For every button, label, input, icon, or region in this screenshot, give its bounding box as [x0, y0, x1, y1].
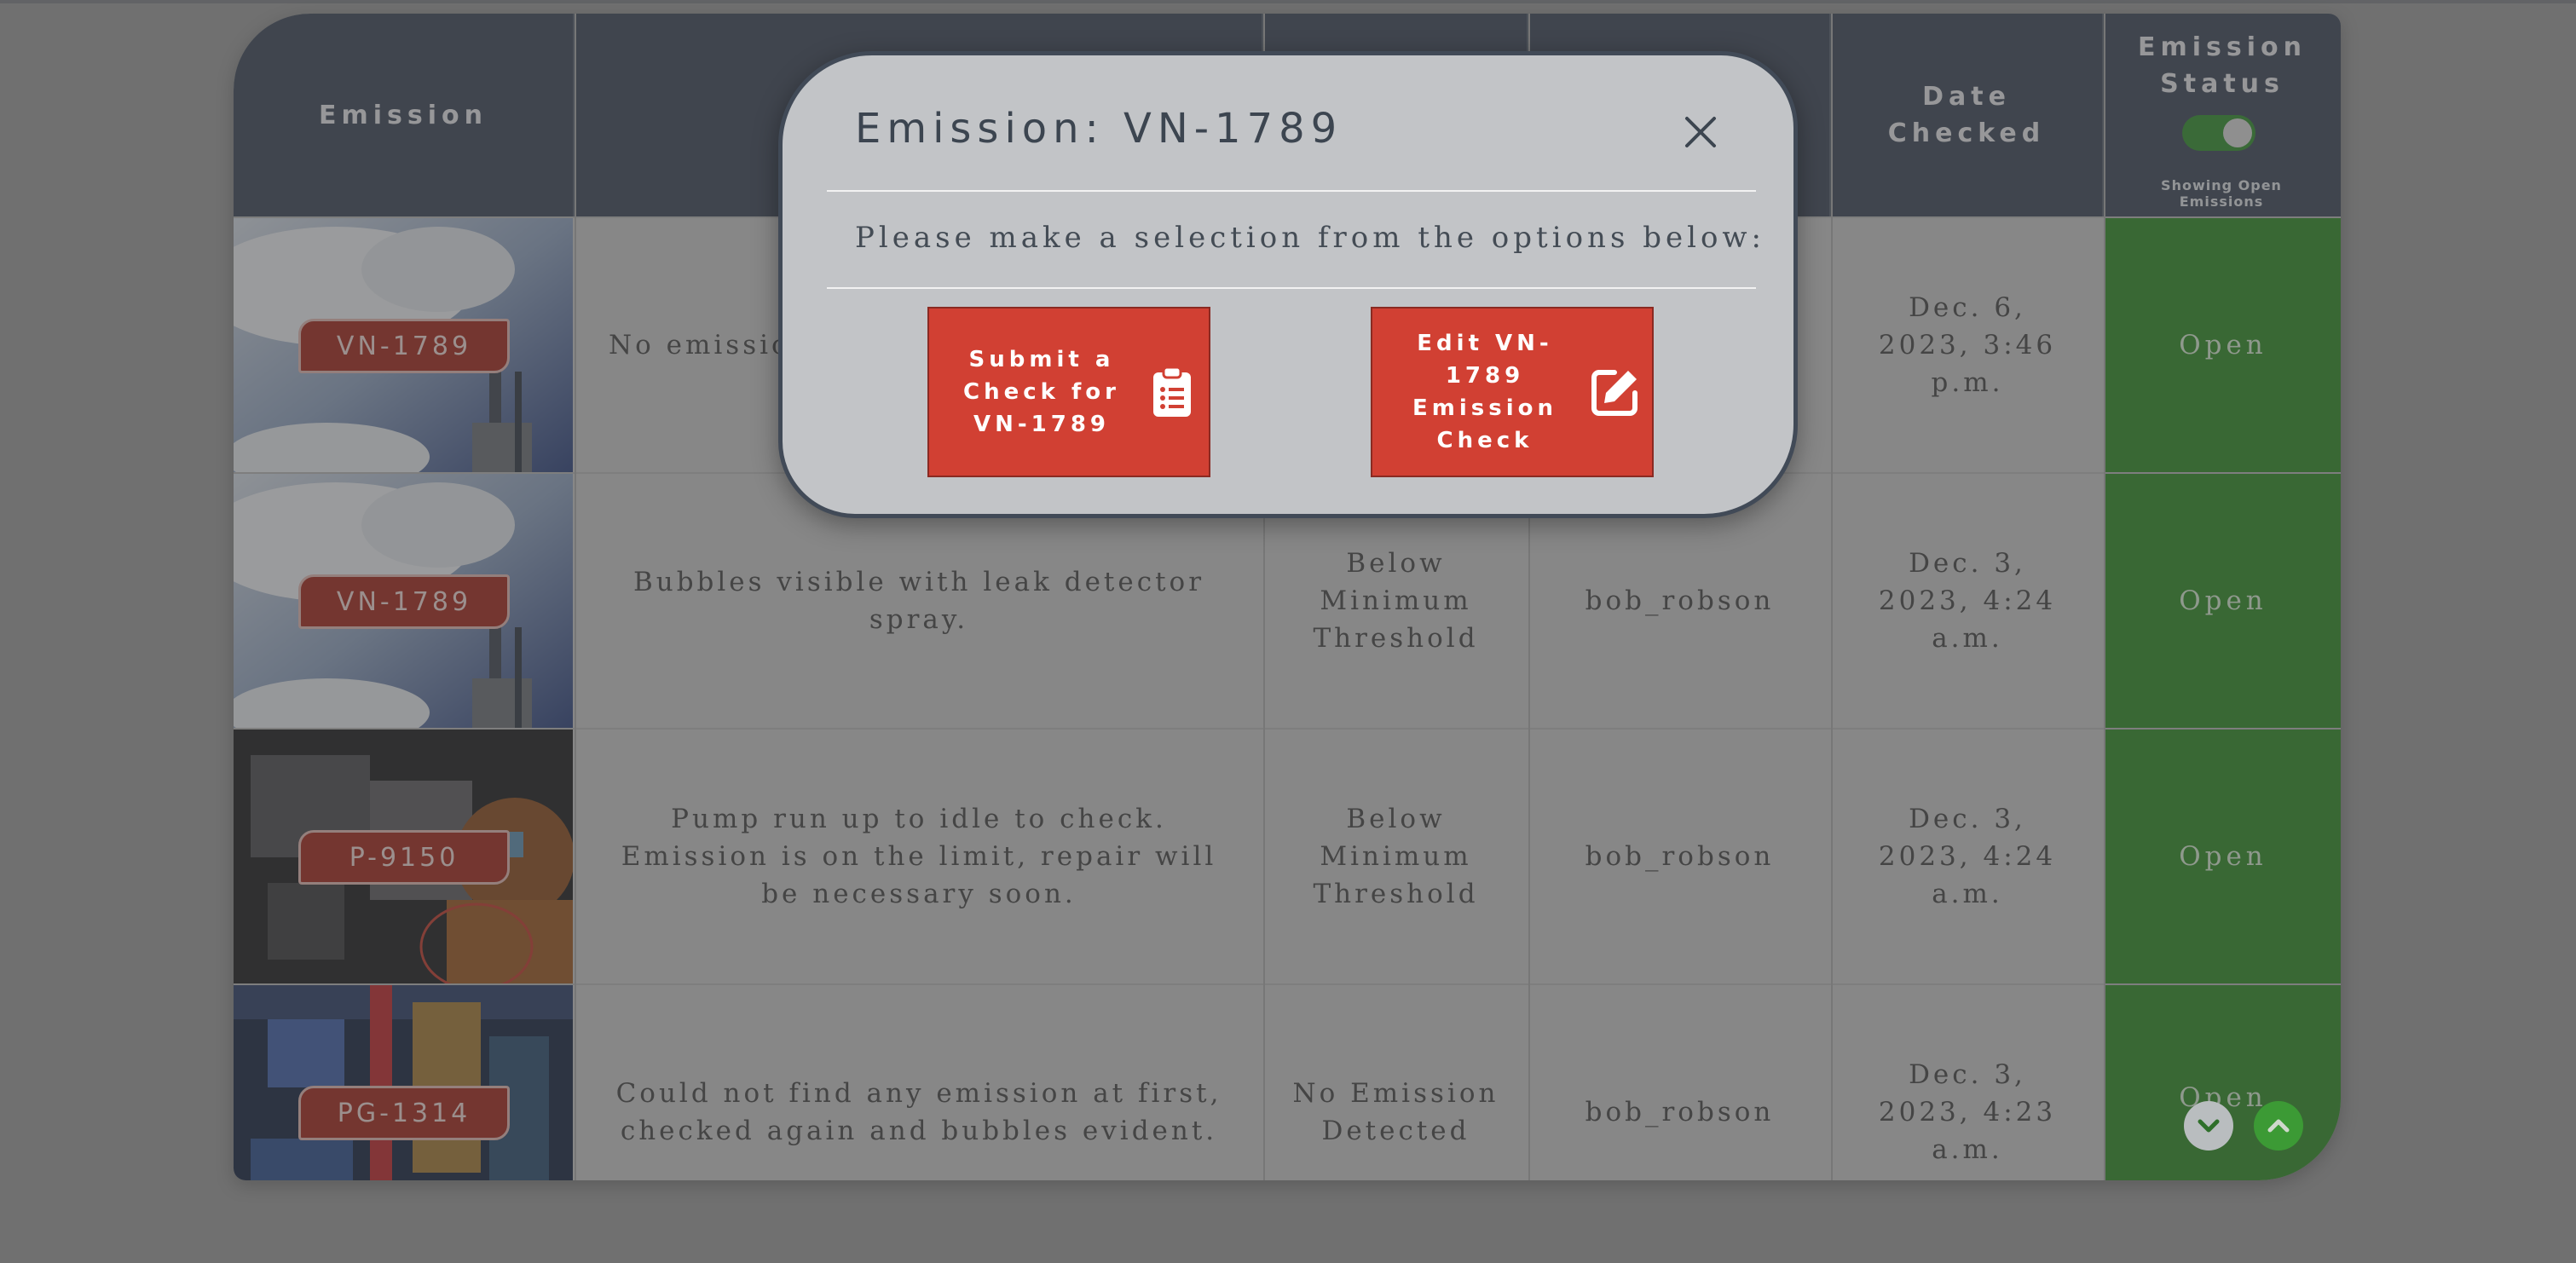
modal-divider [827, 287, 1756, 289]
app-screen: Emission Date Checked Emission Status Sh… [0, 0, 2576, 1263]
scroll-down-button[interactable] [2184, 1101, 2233, 1151]
modal-divider [827, 190, 1756, 192]
chevron-down-icon [2198, 1119, 2220, 1133]
clipboard-list-icon [1142, 366, 1202, 418]
modal-title: Emission: VN-1789 [855, 105, 1343, 153]
emission-options-modal: Emission: VN-1789 Please make a selectio… [778, 51, 1798, 518]
edit-check-label: Edit VN-1789 Emission Check [1412, 331, 1557, 453]
submit-check-button[interactable]: Submit a Check for VN-1789 [927, 307, 1210, 477]
modal-prompt: Please make a selection from the options… [855, 221, 1765, 255]
scroll-up-button[interactable] [2254, 1101, 2303, 1151]
edit-pencil-icon [1585, 366, 1645, 418]
chevron-up-icon [2267, 1119, 2290, 1133]
close-icon [1685, 117, 1716, 147]
submit-check-label: Submit a Check for VN-1789 [963, 347, 1120, 437]
edit-check-button[interactable]: Edit VN-1789 Emission Check [1371, 307, 1654, 477]
close-button[interactable] [1682, 113, 1719, 151]
